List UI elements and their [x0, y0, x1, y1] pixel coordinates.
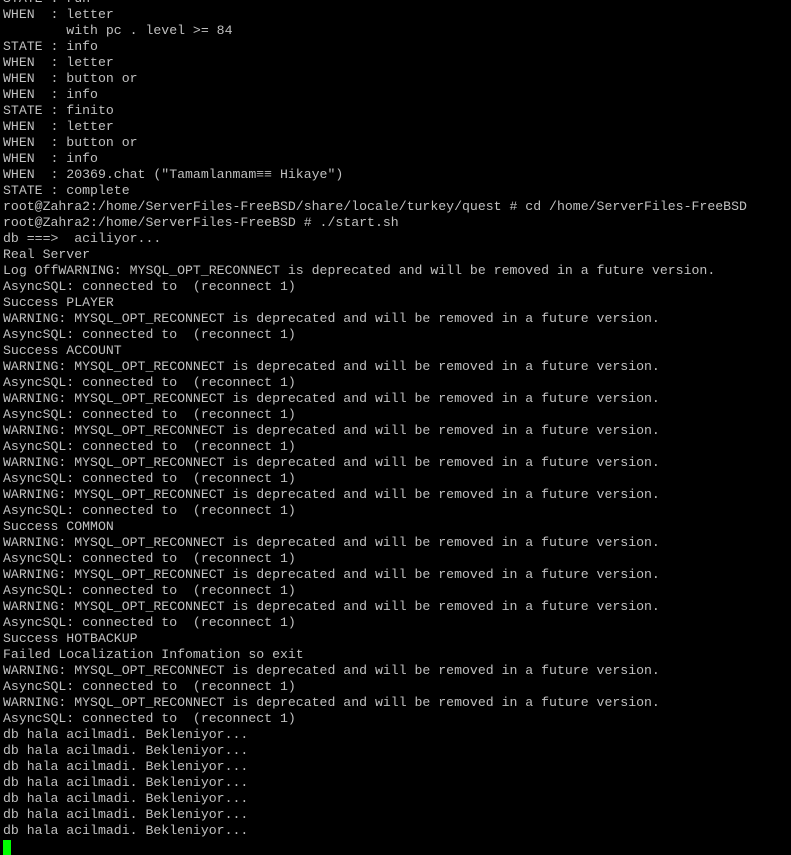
- terminal-line: Real Server: [3, 247, 91, 262]
- terminal-line: with pc . level >= 84: [3, 23, 233, 38]
- terminal-line: AsyncSQL: connected to (reconnect 1): [3, 551, 296, 566]
- terminal-line: WHEN : letter: [3, 55, 114, 70]
- terminal-line: WHEN : letter: [3, 7, 114, 22]
- terminal-line: AsyncSQL: connected to (reconnect 1): [3, 279, 296, 294]
- terminal-line: WARNING: MYSQL_OPT_RECONNECT is deprecat…: [3, 423, 660, 438]
- terminal-line: root@Zahra2:/home/ServerFiles-FreeBSD # …: [3, 215, 399, 230]
- terminal-line: WARNING: MYSQL_OPT_RECONNECT is deprecat…: [3, 663, 660, 678]
- terminal-line: WHEN : button or: [3, 71, 138, 86]
- terminal-line: WARNING: MYSQL_OPT_RECONNECT is deprecat…: [3, 567, 660, 582]
- terminal-line: WHEN : info: [3, 87, 98, 102]
- terminal-line: db hala acilmadi. Bekleniyor...: [3, 727, 249, 742]
- terminal-line: AsyncSQL: connected to (reconnect 1): [3, 375, 296, 390]
- terminal-line: WARNING: MYSQL_OPT_RECONNECT is deprecat…: [3, 535, 660, 550]
- terminal-line: db ===> aciliyor...: [3, 231, 162, 246]
- terminal-line: db hala acilmadi. Bekleniyor...: [3, 791, 249, 806]
- terminal-line: STATE : run: [3, 0, 747, 7]
- terminal-line: WARNING: MYSQL_OPT_RECONNECT is deprecat…: [3, 695, 660, 710]
- terminal-line: Success ACCOUNT: [3, 343, 122, 358]
- terminal-line: AsyncSQL: connected to (reconnect 1): [3, 439, 296, 454]
- terminal-line: db hala acilmadi. Bekleniyor...: [3, 823, 249, 838]
- terminal-line: AsyncSQL: connected to (reconnect 1): [3, 327, 296, 342]
- terminal-line: Success PLAYER: [3, 295, 114, 310]
- terminal-line: Success HOTBACKUP: [3, 631, 138, 646]
- terminal-line: Success COMMON: [3, 519, 114, 534]
- prompt-line[interactable]: [3, 839, 747, 855]
- terminal-line: WHEN : button or: [3, 135, 138, 150]
- terminal-line: WARNING: MYSQL_OPT_RECONNECT is deprecat…: [3, 391, 660, 406]
- terminal-line: STATE : finito: [3, 103, 114, 118]
- terminal-line: root@Zahra2:/home/ServerFiles-FreeBSD/sh…: [3, 199, 747, 214]
- terminal-line: STATE : info: [3, 39, 98, 54]
- terminal-line: AsyncSQL: connected to (reconnect 1): [3, 615, 296, 630]
- terminal-line: db hala acilmadi. Bekleniyor...: [3, 743, 249, 758]
- terminal-line: WARNING: MYSQL_OPT_RECONNECT is deprecat…: [3, 487, 660, 502]
- terminal-output[interactable]: STATE : runWHEN : letter with pc . level…: [3, 0, 747, 855]
- terminal-line: WHEN : 20369.chat ("Tamamlanmam≡≡ Hikaye…: [3, 167, 344, 182]
- terminal-line: AsyncSQL: connected to (reconnect 1): [3, 711, 296, 726]
- terminal-line: STATE : complete: [3, 183, 130, 198]
- terminal-line: WARNING: MYSQL_OPT_RECONNECT is deprecat…: [3, 455, 660, 470]
- terminal-line: db hala acilmadi. Bekleniyor...: [3, 775, 249, 790]
- terminal-line: WARNING: MYSQL_OPT_RECONNECT is deprecat…: [3, 359, 660, 374]
- terminal-line: db hala acilmadi. Bekleniyor...: [3, 759, 249, 774]
- terminal-line: AsyncSQL: connected to (reconnect 1): [3, 583, 296, 598]
- terminal-line: AsyncSQL: connected to (reconnect 1): [3, 679, 296, 694]
- terminal-line: WARNING: MYSQL_OPT_RECONNECT is deprecat…: [3, 599, 660, 614]
- terminal-line: WHEN : letter: [3, 119, 114, 134]
- cursor: [3, 840, 11, 855]
- terminal-line: AsyncSQL: connected to (reconnect 1): [3, 407, 296, 422]
- terminal-line: WARNING: MYSQL_OPT_RECONNECT is deprecat…: [3, 311, 660, 326]
- terminal-line: Failed Localization Infomation so exit: [3, 647, 304, 662]
- terminal-line: Log OffWARNING: MYSQL_OPT_RECONNECT is d…: [3, 263, 716, 278]
- terminal-line: AsyncSQL: connected to (reconnect 1): [3, 503, 296, 518]
- terminal-line: AsyncSQL: connected to (reconnect 1): [3, 471, 296, 486]
- terminal-line: WHEN : info: [3, 151, 98, 166]
- terminal-line: db hala acilmadi. Bekleniyor...: [3, 807, 249, 822]
